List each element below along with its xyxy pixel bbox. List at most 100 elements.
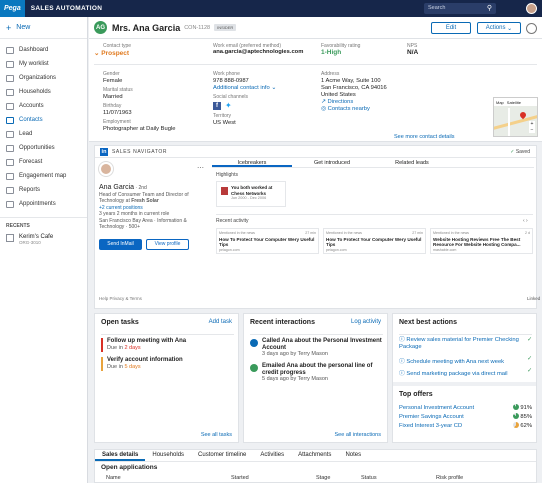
actions-button[interactable]: Actions ⌄ (477, 22, 521, 34)
view-profile-button[interactable]: View profile (146, 239, 189, 250)
recents-section: RECENTS Kerim's Cafe ORG-3010 (0, 217, 87, 250)
edit-button[interactable]: Edit (431, 22, 471, 34)
see-all-tasks-link[interactable]: See all tasks (201, 432, 232, 438)
forecast-icon (6, 158, 14, 166)
email-icon (250, 364, 258, 372)
sidebar-item-engagement-map[interactable]: Engagement map (0, 169, 87, 183)
map-zoom-control[interactable]: + − (529, 121, 535, 133)
sidebar-nav: Dashboard My worklist Organizations Hous… (0, 39, 87, 211)
sidebar-item-organizations[interactable]: Organizations (0, 71, 87, 85)
insider-badge: INSIDER (214, 24, 237, 31)
linkedin-icon: in (100, 147, 108, 156)
new-button[interactable]: + New (0, 17, 87, 39)
more-options-icon[interactable]: ⋯ (197, 164, 204, 172)
twitter-icon[interactable]: ✦ (225, 102, 232, 110)
tab-customer-timeline[interactable]: Customer timeline (191, 450, 253, 461)
recent-interactions-card: Recent interactions Log activity Called … (243, 313, 388, 443)
phone-icon (250, 339, 258, 347)
recent-item[interactable]: Kerim's Cafe ORG-3010 (6, 234, 81, 245)
tab-notes[interactable]: Notes (338, 450, 368, 461)
divider (94, 64, 537, 65)
tab-households[interactable]: Households (145, 450, 191, 461)
contact-name: Mrs. Ana Garcia (112, 22, 181, 33)
tab-related-leads[interactable]: Related leads (372, 158, 452, 167)
action-item[interactable]: ⓘ Send marketing package via direct mail… (399, 368, 532, 377)
tab-attachments[interactable]: Attachments (291, 450, 338, 461)
profile-info: Ana Garcia · 2nd Head of Consumer Team a… (99, 184, 189, 230)
offer-item[interactable]: Personal Investment Account 91% (399, 404, 532, 413)
tab-sales-details[interactable]: Sales details (95, 450, 146, 461)
tab-get-introduced[interactable]: Get introduced (292, 158, 372, 167)
task-item[interactable]: Verify account information Due in 5 days (101, 357, 183, 371)
address-details: Address 1 Acme Way, Suite 100 San Franci… (321, 71, 387, 113)
sidebar-item-accounts[interactable]: Accounts (0, 99, 87, 113)
search-input[interactable]: Search ⚲ (424, 3, 496, 14)
send-inmail-button[interactable]: Send InMail (99, 239, 142, 250)
sidebar-item-opportunities[interactable]: Opportunities (0, 141, 87, 155)
contact-type-field[interactable]: Contact type ⌄ Prospect (94, 43, 204, 57)
chat-icon[interactable] (526, 23, 537, 34)
carousel-arrows[interactable]: ‹ › (523, 218, 528, 224)
target-icon (6, 144, 14, 152)
check-icon[interactable]: ✓ (527, 337, 532, 344)
open-tasks-card: Open tasks Add task Follow up meeting wi… (94, 313, 239, 443)
check-icon[interactable]: ✓ (527, 368, 532, 374)
news-card[interactable]: Mentioned in the news 2 d Website Hosting… (430, 228, 533, 254)
news-card[interactable]: Mentioned in the news 27 min How To Prote… (323, 228, 426, 254)
sales-navigator-panel: in SALES NAVIGATOR ✓ Saved ⋯ Ana Garcia … (94, 145, 541, 309)
calendar-icon (6, 200, 14, 208)
map-road (508, 108, 510, 136)
check-icon[interactable]: ✓ (527, 356, 532, 362)
help-links[interactable]: Help Privacy & Terms (99, 296, 142, 301)
tab-activities[interactable]: Activities (253, 450, 291, 461)
sidebar-item-households[interactable]: Households (0, 85, 87, 99)
saved-indicator[interactable]: ✓ Saved (510, 149, 530, 155)
action-item[interactable]: ⓘ Schedule meeting with Ana next week ✓ (399, 356, 532, 365)
contact-details: Work phone 978 888-0987 Additional conta… (213, 71, 277, 126)
top-bar: Pega SALES AUTOMATION Search ⚲ (0, 0, 542, 17)
user-avatar[interactable] (526, 3, 537, 14)
score-pie-icon (512, 404, 519, 410)
sidebar-item-lead[interactable]: Lead (0, 127, 87, 141)
building-icon (6, 74, 14, 82)
sidebar: + New Dashboard My worklist Organizations… (0, 17, 88, 483)
action-item[interactable]: ⓘ Review sales material for Premier Chec… (399, 337, 532, 351)
score-pie-icon (512, 422, 519, 428)
sidebar-item-contacts[interactable]: Contacts (0, 113, 87, 127)
pega-logo[interactable]: Pega (0, 0, 25, 17)
highlight-card[interactable]: You both worked at Chess Networks Jun 20… (216, 181, 286, 207)
sidebar-item-forecast[interactable]: Forecast (0, 155, 87, 169)
facebook-icon[interactable]: f (213, 102, 221, 110)
contacts-nearby-link[interactable]: ◎ Contacts nearby (321, 106, 387, 113)
tab-icebreakers[interactable]: Icebreakers (212, 158, 292, 167)
contact-id: CON-1128 (184, 24, 211, 31)
location-map[interactable]: Map Satellite + − (493, 97, 538, 137)
interaction-item[interactable]: Called Ana about the Personal Investment… (250, 338, 383, 357)
building-icon (6, 234, 14, 242)
sidebar-item-appointments[interactable]: Appointments (0, 197, 87, 211)
sidebar-item-dashboard[interactable]: Dashboard (0, 43, 87, 57)
see-more-details-link[interactable]: See more contact details (394, 134, 455, 140)
score-pie-icon (512, 413, 519, 419)
recents-header: RECENTS (6, 223, 30, 229)
sidebar-item-reports[interactable]: Reports (0, 183, 87, 197)
task-item[interactable]: Follow up meeting with Ana Due in 2 days (101, 338, 186, 352)
interaction-item[interactable]: Emailed Ana about the personal line of c… (250, 363, 383, 382)
additional-contact-link[interactable]: Additional contact info ⌄ (213, 85, 276, 92)
record-header: AG Mrs. Ana Garcia CON-1128 INSIDER Edit… (89, 17, 542, 39)
navigator-tabs: Icebreakers Get introduced Related leads (212, 158, 534, 168)
log-activity-link[interactable]: Log activity (351, 319, 381, 325)
news-card[interactable]: Mentioned in the news 27 min How To Prote… (216, 228, 319, 254)
linkedin-footer-logo: Linked (527, 296, 541, 301)
highlights-heading: Highlights (216, 172, 238, 178)
divider (216, 214, 533, 215)
main-content: AG Mrs. Ana Garcia CON-1128 INSIDER Edit… (89, 17, 542, 483)
see-all-interactions-link[interactable]: See all interactions (335, 432, 381, 438)
nps-field: NPS N/A (407, 43, 419, 56)
recent-activity-heading: Recent activity (216, 218, 249, 224)
offer-item[interactable]: Fixed Interest 3-year CD 62% (399, 422, 532, 431)
sidebar-item-worklist[interactable]: My worklist (0, 57, 87, 71)
add-task-link[interactable]: Add task (209, 319, 232, 325)
offer-item[interactable]: Premier Savings Account 85% (399, 413, 532, 422)
directions-link[interactable]: ↗ Directions (321, 99, 387, 106)
